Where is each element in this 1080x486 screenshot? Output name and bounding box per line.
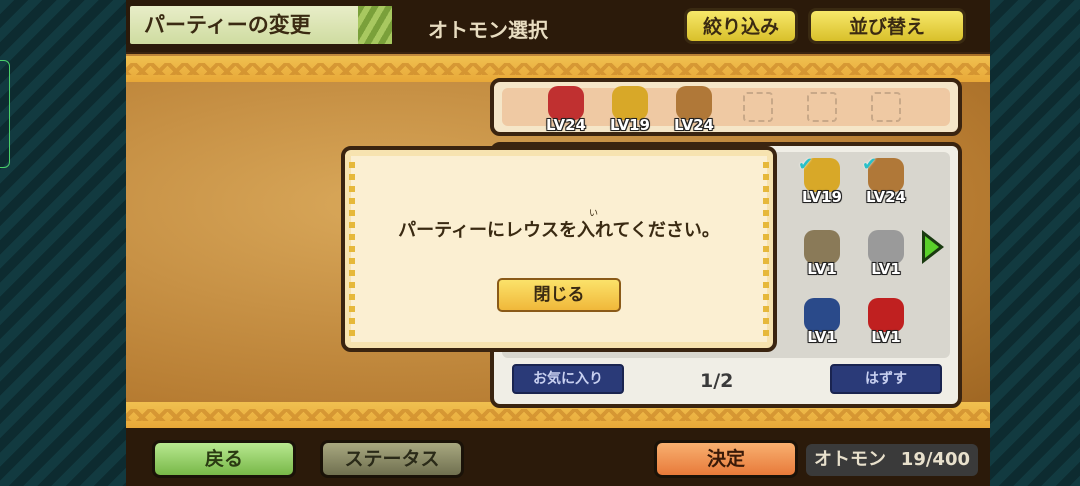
- dialog-message: パーティーにレウスを入れてください。: [398, 220, 720, 241]
- alert-dialog: い パーティーにレウスを入れてください。: [341, 146, 777, 352]
- close-button[interactable]: 閉じる: [497, 278, 621, 312]
